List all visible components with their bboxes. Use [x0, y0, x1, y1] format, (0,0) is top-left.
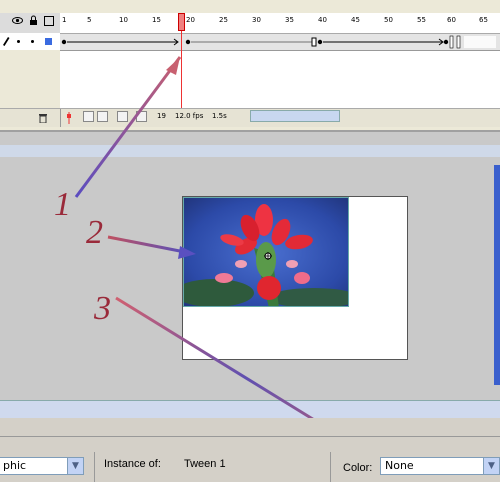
onion-skin-outlines-icon[interactable] — [97, 111, 108, 122]
ruler-label: 30 — [252, 16, 261, 24]
annotation-number-2: 2 — [86, 214, 103, 251]
modify-onion-markers-icon[interactable] — [136, 111, 147, 122]
outline-square-icon[interactable] — [44, 16, 54, 26]
lock-icon[interactable] — [29, 15, 38, 28]
properties-divider — [94, 452, 95, 482]
ruler-label: 65 — [479, 16, 488, 24]
ruler-label: 5 — [87, 16, 92, 24]
onion-skin-icon[interactable] — [83, 111, 94, 122]
elapsed-time-readout: 1.5s — [212, 112, 227, 120]
current-frame-readout: 19 — [157, 112, 166, 120]
layer-frame-track[interactable] — [60, 34, 500, 51]
color-effect-select[interactable]: None ▼ — [380, 457, 500, 475]
ruler-label: 20 — [186, 16, 195, 24]
properties-top-divider — [0, 436, 500, 437]
color-effect-value: None — [385, 459, 414, 472]
annotation-number-1: 1 — [54, 186, 71, 223]
chevron-down-icon[interactable]: ▼ — [67, 458, 83, 474]
playhead-line — [181, 31, 182, 108]
edit-multiple-frames-icon[interactable] — [117, 111, 128, 122]
center-frame-icon[interactable] — [66, 112, 72, 126]
lock-dot-icon[interactable] — [31, 40, 34, 43]
properties-divider — [330, 452, 331, 482]
ruler-label: 1 — [62, 16, 67, 24]
pencil-icon — [2, 36, 10, 48]
layer-row[interactable] — [0, 33, 60, 50]
ruler-label: 10 — [119, 16, 128, 24]
ruler-label: 45 — [351, 16, 360, 24]
stage-vertical-scrollbar[interactable] — [494, 165, 500, 385]
stage-bottom-edge — [0, 400, 500, 419]
ruler-label: 40 — [318, 16, 327, 24]
color-label: Color: — [343, 462, 373, 474]
ruler-label: 15 — [152, 16, 161, 24]
ruler-label: 50 — [384, 16, 393, 24]
ruler-label: 60 — [447, 16, 456, 24]
visibility-dot-icon[interactable] — [17, 40, 20, 43]
ruler-label: 25 — [219, 16, 228, 24]
frame-ruler[interactable]: 1 5 10 15 20 25 30 35 40 45 50 55 60 65 — [60, 13, 500, 34]
flower-photo-instance[interactable] — [183, 197, 349, 307]
chevron-down-icon[interactable]: ▼ — [483, 458, 499, 474]
symbol-type-value: phic — [3, 459, 27, 472]
frame-rate-readout[interactable]: 12.0 fps — [175, 112, 203, 120]
trash-icon[interactable] — [38, 112, 48, 125]
ruler-label: 55 — [417, 16, 426, 24]
timeline-horizontal-scrollbar[interactable] — [250, 110, 340, 122]
playhead-handle[interactable] — [178, 13, 185, 31]
instance-of-label: Instance of: — [104, 458, 161, 470]
symbol-type-select[interactable]: phic ▼ — [0, 457, 84, 475]
status-divider — [60, 109, 61, 127]
layer-color-square-icon[interactable] — [45, 38, 52, 45]
instance-of-value: Tween 1 — [184, 458, 226, 470]
eye-icon[interactable] — [12, 16, 23, 27]
stage-top-edge — [0, 145, 500, 157]
annotation-number-3: 3 — [94, 290, 111, 327]
ruler-label: 35 — [285, 16, 294, 24]
